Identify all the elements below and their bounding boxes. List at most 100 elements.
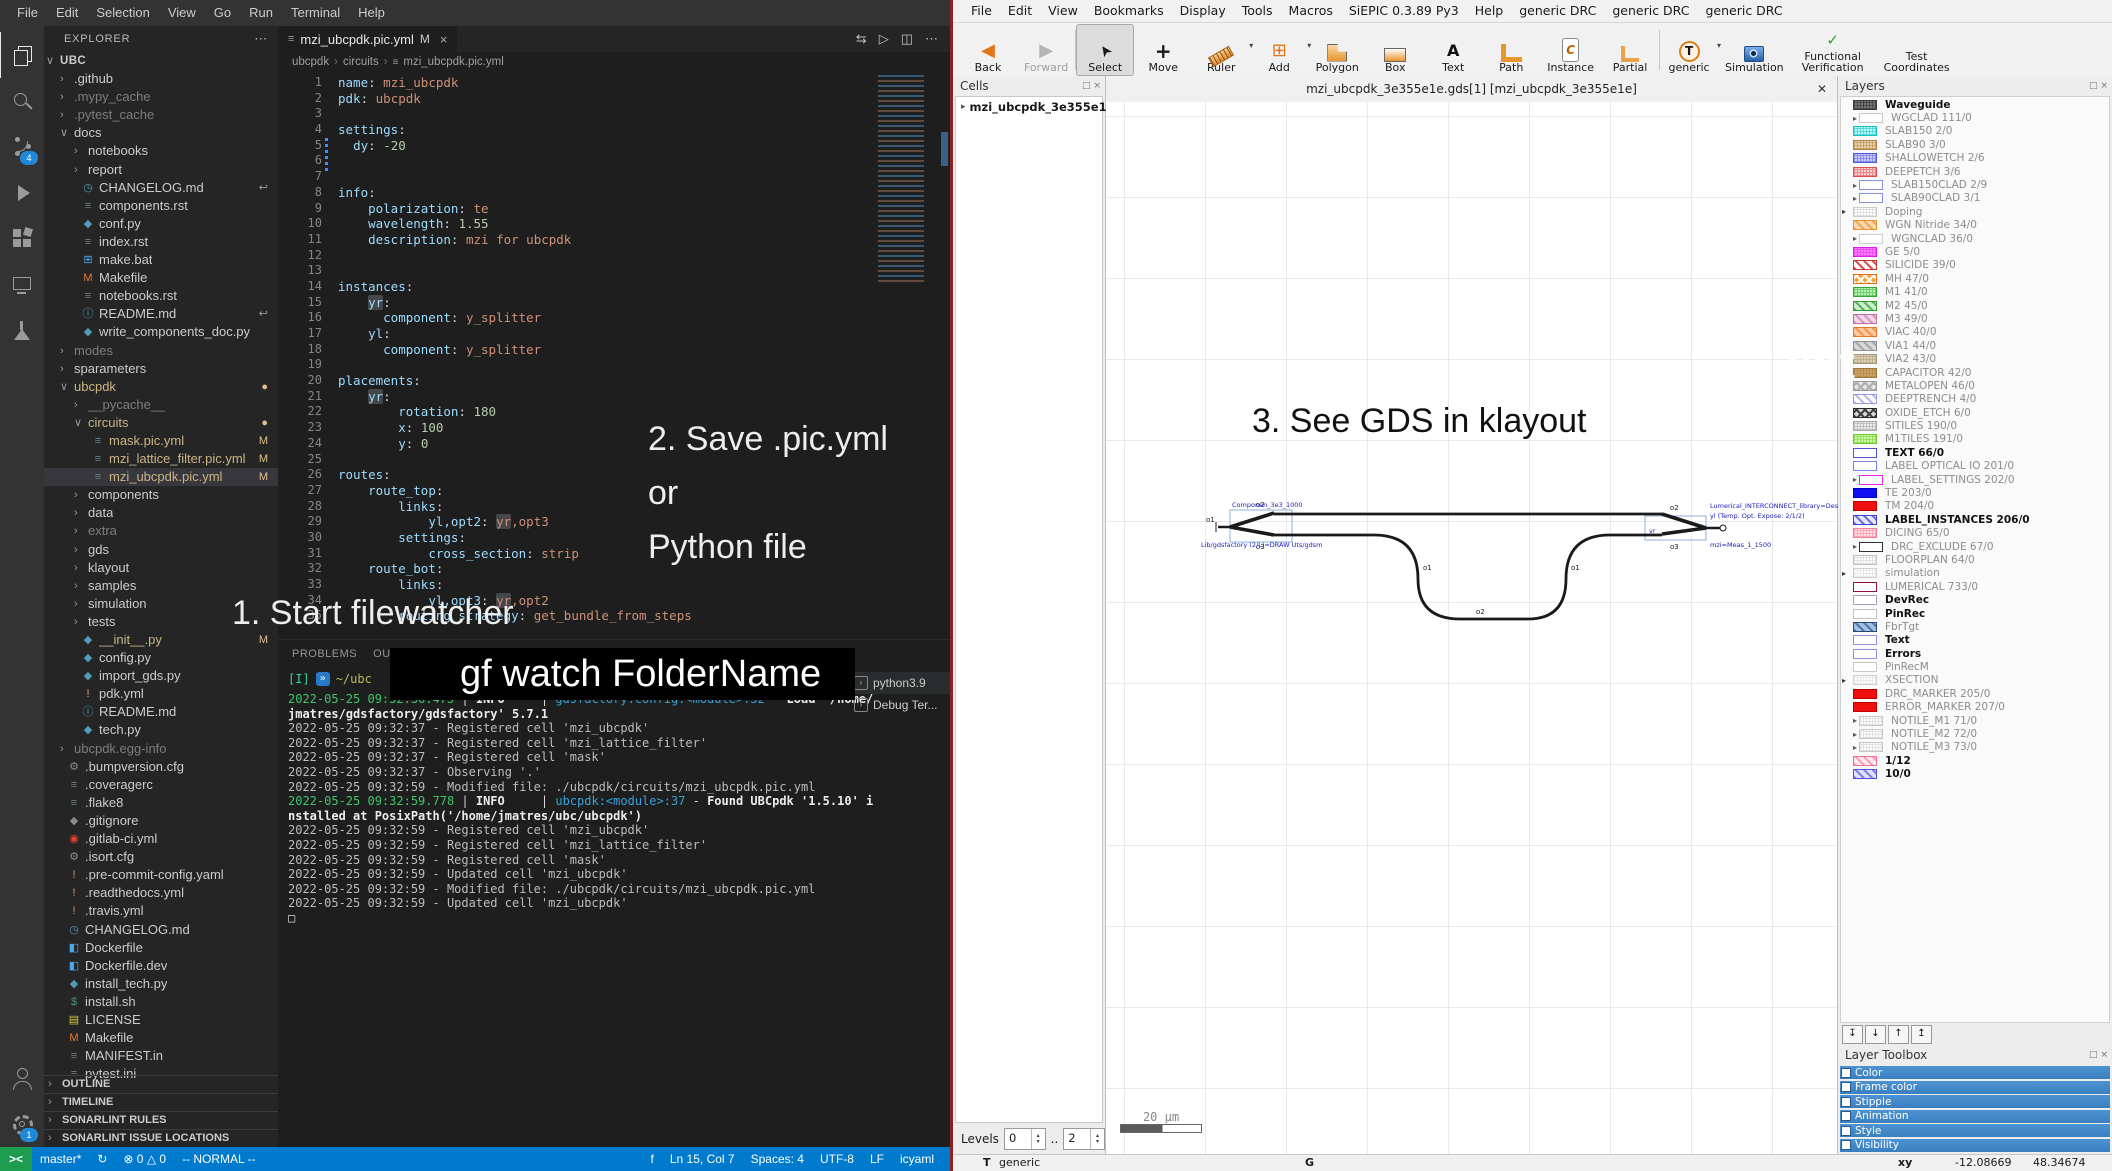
menu-item[interactable]: generic DRC — [1697, 0, 1790, 22]
layer-swatch[interactable] — [1853, 313, 1877, 324]
layer-row[interactable]: TEXT 66/0 — [1841, 446, 2109, 459]
layer-row[interactable]: ERROR_MARKER 207/0 — [1841, 701, 2109, 714]
layer-swatch[interactable] — [1859, 742, 1884, 753]
layer-row[interactable]: OXIDE_ETCH 6/0 — [1841, 406, 2109, 419]
tree-item[interactable]: ◆ install_tech.py — [44, 975, 278, 993]
layer-row[interactable]: DRC_MARKER 205/0 — [1841, 687, 2109, 700]
breadcrumb-segment[interactable]: mzi_ubcpdk.pic.yml — [403, 56, 503, 68]
layer-row[interactable]: SLAB150 2/0 — [1841, 125, 2109, 138]
float-panel-icon[interactable]: □ — [2089, 81, 2098, 91]
tree-item[interactable]: ! .travis.yml — [44, 902, 278, 920]
layer-swatch[interactable] — [1853, 755, 1877, 766]
tree-item[interactable]: › .pytest_cache — [44, 106, 278, 124]
tree-item[interactable]: ∨ circuits ● — [44, 414, 278, 432]
expand-arrow-icon[interactable]: ▸ — [1842, 569, 1846, 578]
menu-item[interactable]: Help — [349, 0, 394, 26]
toolbar-button[interactable]: ◀ Back — [959, 24, 1017, 76]
layer-swatch[interactable] — [1853, 300, 1877, 311]
layer-row[interactable]: CAPACITOR 42/0 — [1841, 366, 2109, 379]
layer-swatch[interactable] — [1853, 246, 1877, 257]
layer-swatch[interactable] — [1859, 474, 1884, 485]
tree-item[interactable]: ∨ UBC — [44, 52, 278, 70]
layer-swatch[interactable] — [1853, 501, 1877, 512]
toolbar-button[interactable]: T ▾ generic — [1660, 24, 1721, 76]
layer-row[interactable]: DICING 65/0 — [1841, 527, 2109, 540]
tree-item[interactable]: › .github — [44, 70, 278, 88]
toolbox-row[interactable]: Animation — [1840, 1109, 2110, 1123]
tree-item[interactable]: ◷ CHANGELOG.md ↩ — [44, 179, 278, 197]
layer-swatch[interactable] — [1853, 461, 1877, 472]
layer-swatch[interactable] — [1853, 488, 1877, 499]
layer-move-icon[interactable]: ↥ — [1911, 1024, 1932, 1044]
status-item[interactable]: ⊗ 0 △ 0 — [115, 1152, 174, 1166]
terminal-list-item[interactable]: › Debug Ter... — [848, 694, 950, 716]
expand-arrow-icon[interactable]: ▸ — [961, 102, 966, 112]
layer-swatch[interactable] — [1853, 635, 1877, 646]
toolbox-row[interactable]: Style — [1840, 1124, 2110, 1137]
layer-swatch[interactable] — [1853, 166, 1877, 177]
layer-row[interactable]: M2 45/0 — [1841, 299, 2109, 312]
breadcrumb-segment[interactable]: › — [384, 56, 388, 68]
layer-row[interactable]: M1TILES 191/0 — [1841, 433, 2109, 446]
toolbar-button[interactable]: ➤ Select — [1076, 23, 1135, 76]
layer-row[interactable]: SILICIDE 39/0 — [1841, 259, 2109, 272]
layer-swatch[interactable] — [1853, 554, 1877, 565]
terminal-list-item[interactable]: › python3.9 — [848, 672, 950, 694]
sidebar-section[interactable]: › SONARLINT RULES — [44, 1111, 278, 1129]
tree-item[interactable]: › __pycache__ — [44, 396, 278, 414]
breadcrumb-segment[interactable]: circuits — [343, 56, 379, 68]
status-item[interactable]: UTF-8 — [812, 1152, 862, 1166]
tree-item[interactable]: ≡ .flake8 — [44, 794, 278, 812]
layer-row[interactable]: SITILES 190/0 — [1841, 419, 2109, 432]
layer-row[interactable]: ▸ XSECTION — [1841, 674, 2109, 687]
tree-item[interactable]: $ install.sh — [44, 993, 278, 1011]
layer-swatch[interactable] — [1853, 407, 1877, 418]
toolbox-row[interactable]: Frame color — [1840, 1080, 2110, 1094]
level-min-spinbox[interactable]: 0 ▴ ▾ — [1003, 1128, 1046, 1150]
layer-swatch[interactable] — [1859, 233, 1884, 244]
layer-row[interactable]: ▸ simulation — [1841, 567, 2109, 580]
activity-bar-item[interactable] — [0, 78, 44, 124]
toolbar-button[interactable]: Simulation — [1718, 24, 1791, 76]
layer-swatch[interactable] — [1853, 595, 1877, 606]
layer-swatch[interactable] — [1853, 273, 1877, 284]
tree-item[interactable]: ◆ conf.py — [44, 215, 278, 233]
layer-row[interactable]: WGN Nitride 34/0 — [1841, 219, 2109, 232]
tree-item[interactable]: ◧ Dockerfile — [44, 939, 278, 957]
expand-arrow-icon[interactable]: ▸ — [1853, 114, 1857, 123]
toolbox-row[interactable]: Color — [1840, 1066, 2110, 1079]
menu-item[interactable]: Display — [1172, 0, 1234, 22]
layer-row[interactable]: Text — [1841, 634, 2109, 647]
layer-row[interactable]: PinRec — [1841, 607, 2109, 620]
layer-row[interactable]: ▸ NOTILE_M3 73/0 — [1841, 741, 2109, 754]
menu-item[interactable]: View — [159, 0, 205, 26]
status-item[interactable]: f — [643, 1152, 662, 1166]
tree-item[interactable]: ⓘ README.md ↩ — [44, 305, 278, 323]
expand-arrow-icon[interactable]: ▸ — [1842, 207, 1846, 216]
activity-bar-item[interactable] — [0, 262, 44, 308]
layer-row[interactable]: ▸ NOTILE_M2 72/0 — [1841, 727, 2109, 740]
editor-action-icon[interactable]: ▷ — [879, 31, 889, 47]
menu-item[interactable]: Go — [205, 0, 240, 26]
tree-item[interactable]: ◧ Dockerfile.dev — [44, 957, 278, 975]
layer-move-icon[interactable]: ↧ — [1842, 1024, 1863, 1044]
toolbar-button[interactable]: Partial — [1601, 24, 1659, 76]
menu-item[interactable]: Help — [1467, 0, 1512, 22]
toolbar-button[interactable]: Test Coordinates — [1875, 24, 1959, 76]
tree-item[interactable]: ⊞ make.bat — [44, 251, 278, 269]
layer-row[interactable]: ▸ WGNCLAD 36/0 — [1841, 232, 2109, 245]
layer-swatch[interactable] — [1853, 662, 1877, 673]
layer-swatch[interactable] — [1853, 287, 1877, 298]
layer-row[interactable]: DevRec — [1841, 593, 2109, 606]
activity-bar-item[interactable] — [0, 308, 44, 354]
toolbox-row[interactable]: Stipple — [1840, 1095, 2110, 1108]
layer-swatch[interactable] — [1859, 113, 1884, 124]
tree-item[interactable]: ≡ mzi_lattice_filter.pic.yml M — [44, 450, 278, 468]
editor-action-icon[interactable]: ⇆ — [856, 31, 867, 47]
tree-item[interactable]: ◆ import_gds.py — [44, 667, 278, 685]
breadcrumb-segment[interactable]: ubcpdk — [292, 56, 329, 68]
menu-item[interactable]: Terminal — [282, 0, 349, 26]
activity-bar-item[interactable]: 4 — [0, 124, 44, 170]
tree-item[interactable]: ≡ components.rst — [44, 197, 278, 215]
layer-row[interactable]: ▸ WGCLAD 111/0 — [1841, 111, 2109, 124]
